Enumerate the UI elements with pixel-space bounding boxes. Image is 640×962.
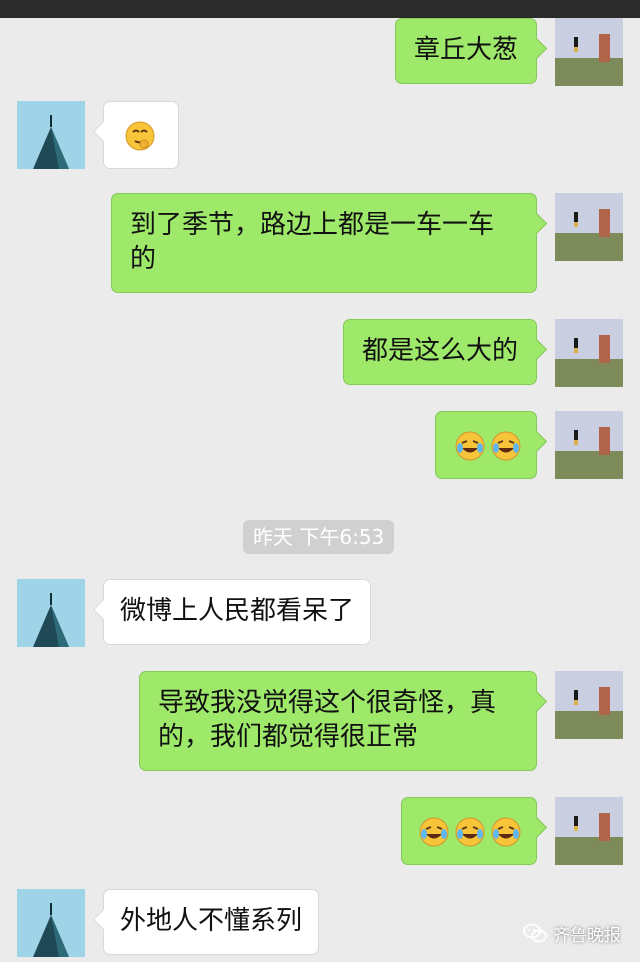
crying-laughing-emoji-icon xyxy=(454,816,486,848)
avatar[interactable] xyxy=(555,411,623,479)
message-timestamp: 昨天 下午6:53 xyxy=(243,520,395,554)
message-bubble[interactable] xyxy=(103,101,179,169)
avatar[interactable] xyxy=(555,671,623,739)
message-text: 外地人不懂系列 xyxy=(120,906,303,936)
message-text: 导致我没觉得这个很奇怪，真的，我们都觉得很正常 xyxy=(158,688,497,752)
message-text: 都是这么大的 xyxy=(361,336,518,366)
wechat-logo-icon xyxy=(523,923,547,943)
avatar[interactable] xyxy=(17,579,85,647)
message-text: 章丘大葱 xyxy=(413,35,518,65)
crying-laughing-emoji-icon xyxy=(490,816,522,848)
avatar[interactable] xyxy=(555,18,623,86)
message-bubble[interactable]: 微博上人民都看呆了 xyxy=(103,579,372,645)
message-bubble[interactable] xyxy=(401,797,537,865)
avatar[interactable] xyxy=(555,797,623,865)
crying-laughing-emoji-icon xyxy=(454,430,486,462)
crying-laughing-emoji-icon xyxy=(418,816,450,848)
message-bubble[interactable]: 都是这么大的 xyxy=(342,319,537,385)
message-bubble[interactable]: 章丘大葱 xyxy=(394,18,537,84)
watermark-text: 齐鲁晚报 xyxy=(553,925,621,946)
thinking-cheek-emoji-icon xyxy=(124,120,156,152)
watermark: 齐鲁晚报 xyxy=(523,919,621,947)
message-text: 微博上人民都看呆了 xyxy=(120,596,355,626)
message-text: 到了季节，路边上都是一车一车的 xyxy=(130,210,495,274)
avatar[interactable] xyxy=(17,889,85,957)
avatar[interactable] xyxy=(17,101,85,169)
avatar[interactable] xyxy=(555,193,623,261)
avatar[interactable] xyxy=(555,319,623,387)
message-bubble[interactable]: 导致我没觉得这个很奇怪，真的，我们都觉得很正常 xyxy=(139,671,537,771)
message-bubble[interactable] xyxy=(435,411,537,479)
message-bubble[interactable]: 外地人不懂系列 xyxy=(103,889,320,955)
status-bar xyxy=(0,0,640,18)
message-bubble[interactable]: 到了季节，路边上都是一车一车的 xyxy=(111,193,537,293)
crying-laughing-emoji-icon xyxy=(490,430,522,462)
